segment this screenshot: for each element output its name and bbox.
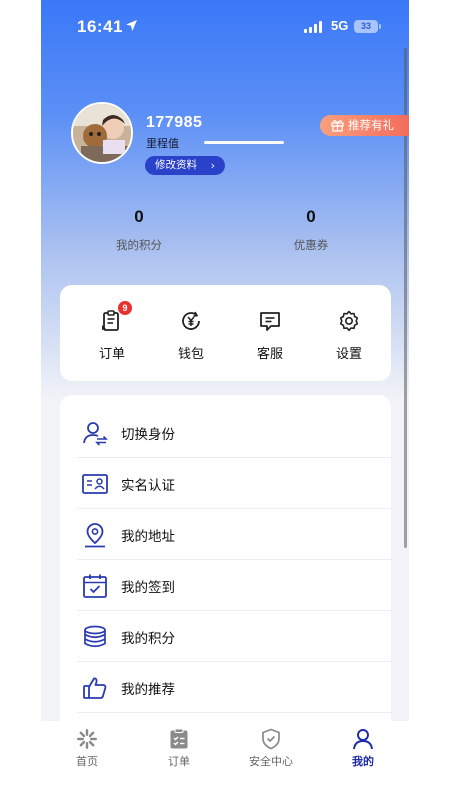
edit-profile-label: 修改资料 [155, 159, 197, 171]
tab-label: 订单 [168, 755, 190, 768]
menu-item-label: 我的推荐 [121, 682, 175, 698]
calendar-check-icon [83, 574, 107, 598]
mileage-label: 里程值 [146, 137, 179, 150]
menu-item-label: 我的积分 [121, 631, 175, 647]
refer-reward-button[interactable]: 推荐有礼 [320, 115, 409, 136]
tab-orders[interactable]: 订单 [133, 721, 225, 781]
quick-action-settings[interactable]: 设置 [319, 285, 379, 381]
points-value: 0 [134, 207, 144, 226]
edit-profile-button[interactable]: 修改资料 › [145, 156, 225, 175]
thumbs-up-icon [83, 677, 107, 699]
chat-service-icon [260, 312, 280, 331]
tab-label: 安全中心 [249, 755, 293, 768]
wallet-yuan-icon [182, 311, 200, 330]
menu-item-my-address[interactable]: 我的地址 [77, 509, 391, 560]
menu-item-switch-identity[interactable]: 切换身份 [77, 407, 391, 458]
coupon-value: 0 [306, 207, 316, 226]
quick-actions-card: 9 订单 钱包 客服 设置 [60, 285, 391, 381]
quick-action-wallet[interactable]: 钱包 [161, 285, 221, 381]
settings-gear-icon [339, 310, 359, 332]
menu-item-label: 我的地址 [121, 529, 175, 545]
coupon-stat[interactable]: 0 优惠券 [271, 207, 351, 253]
status-bar: 16:41 5G 33 [41, 0, 409, 54]
status-time: 16:41 [77, 17, 123, 36]
coupon-label: 优惠券 [293, 238, 329, 252]
location-arrow-icon [126, 20, 137, 31]
location-pin-icon [85, 523, 105, 548]
quick-action-customer-service[interactable]: 客服 [240, 285, 300, 381]
tab-label: 首页 [76, 755, 98, 768]
network-type: 5G [331, 18, 349, 33]
menu-item-my-points[interactable]: 我的积分 [77, 611, 391, 662]
tab-bar: 首页 订单 安全中心 我的 [41, 721, 409, 800]
menu-list: 切换身份 实名认证 我的地址 我的签到 我的积分 我的推荐 [60, 395, 391, 735]
menu-item-label: 切换身份 [121, 427, 175, 443]
switch-identity-icon [83, 422, 108, 446]
battery-icon: 33 [354, 20, 381, 33]
cellular-signal-icon [304, 21, 324, 33]
refer-reward-label: 推荐有礼 [348, 118, 394, 132]
shield-check-icon [262, 728, 280, 750]
home-pinwheel-icon [77, 729, 97, 749]
tab-security-center[interactable]: 安全中心 [225, 721, 317, 781]
avatar[interactable] [71, 102, 133, 164]
app-screen: 16:41 5G 33 177985 里程值 修改资料 › 推荐有礼 0 我的积… [41, 0, 409, 800]
tab-home[interactable]: 首页 [41, 721, 133, 781]
gift-icon [331, 120, 344, 132]
person-icon [353, 729, 373, 750]
points-label: 我的积分 [116, 238, 162, 252]
battery-level: 33 [360, 21, 371, 31]
quick-action-label: 钱包 [177, 347, 204, 362]
tab-mine[interactable]: 我的 [317, 721, 409, 781]
tab-label: 我的 [352, 755, 374, 768]
menu-item-label: 实名认证 [121, 478, 175, 494]
quick-action-label: 设置 [335, 347, 362, 362]
user-id: 177985 [146, 114, 203, 131]
quick-action-label: 订单 [98, 347, 125, 362]
coin-stack-icon [84, 625, 106, 648]
menu-item-real-name-auth[interactable]: 实名认证 [77, 458, 391, 509]
points-stat[interactable]: 0 我的积分 [99, 207, 179, 253]
mileage-progress-bar [204, 141, 284, 144]
id-card-icon [82, 474, 108, 494]
menu-item-my-checkin[interactable]: 我的签到 [77, 560, 391, 611]
quick-action-orders[interactable]: 9 订单 [82, 285, 142, 381]
menu-item-label: 我的签到 [121, 580, 175, 596]
menu-item-my-referrals[interactable]: 我的推荐 [77, 662, 391, 713]
chevron-right-icon: › [210, 159, 215, 172]
order-list-icon [170, 728, 188, 749]
quick-action-label: 客服 [256, 347, 283, 362]
orders-badge: 9 [118, 301, 132, 315]
